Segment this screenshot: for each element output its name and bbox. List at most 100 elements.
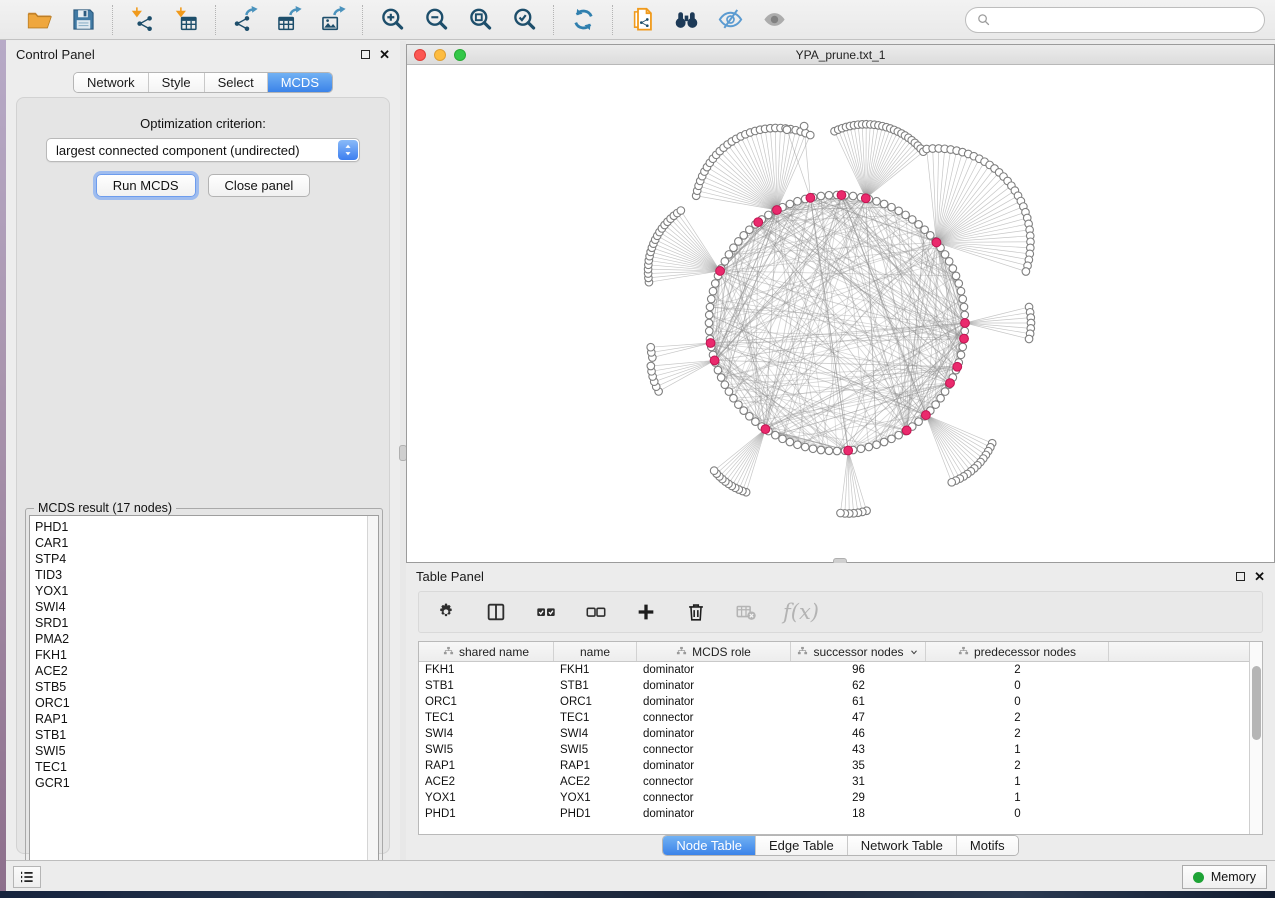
network-edge[interactable]: [838, 130, 866, 199]
gear-button[interactable]: [433, 599, 459, 625]
float-window-icon[interactable]: [361, 50, 370, 59]
zoom-in-button[interactable]: [377, 5, 407, 35]
network-node[interactable]: [902, 211, 910, 219]
network-window-titlebar[interactable]: YPA_prune.txt_1: [407, 45, 1274, 65]
network-leaf-node[interactable]: [710, 467, 718, 475]
network-edge[interactable]: [652, 248, 720, 271]
mcds-hub-node[interactable]: [953, 362, 962, 371]
mcds-result-item[interactable]: RAP1: [35, 711, 367, 727]
save-button[interactable]: [68, 5, 98, 35]
network-edge[interactable]: [850, 126, 866, 198]
export-network-button[interactable]: [230, 5, 260, 35]
table-tab-network-table[interactable]: Network Table: [848, 836, 957, 855]
select-all-checks-button[interactable]: [533, 599, 559, 625]
network-node[interactable]: [809, 445, 817, 453]
network-edge[interactable]: [750, 132, 777, 210]
import-network-button[interactable]: [127, 5, 157, 35]
network-node[interactable]: [949, 265, 957, 273]
network-node[interactable]: [873, 441, 881, 449]
network-edge[interactable]: [700, 181, 777, 210]
optimization-criterion-dropdown[interactable]: largest connected component (undirected): [46, 138, 360, 162]
network-node[interactable]: [779, 435, 787, 443]
mcds-hub-node[interactable]: [861, 194, 870, 203]
mcds-hub-node[interactable]: [716, 267, 725, 276]
table-row[interactable]: ORC1ORC1dominator610: [419, 694, 1249, 710]
column-header-name[interactable]: name: [554, 642, 637, 661]
network-node[interactable]: [825, 191, 833, 199]
open-folder-button[interactable]: [24, 5, 54, 35]
table-tab-motifs[interactable]: Motifs: [957, 836, 1018, 855]
network-node[interactable]: [941, 388, 949, 396]
table-row[interactable]: STB1STB1dominator620: [419, 678, 1249, 694]
export-table-button[interactable]: [274, 5, 304, 35]
network-edge[interactable]: [936, 242, 1030, 243]
mcds-result-item[interactable]: FKH1: [35, 647, 367, 663]
deselect-all-checks-button[interactable]: [583, 599, 609, 625]
network-node[interactable]: [957, 287, 965, 295]
network-node[interactable]: [730, 394, 738, 402]
network-node[interactable]: [801, 443, 809, 451]
network-node[interactable]: [961, 311, 969, 319]
network-leaf-node[interactable]: [1025, 335, 1033, 343]
network-node[interactable]: [721, 381, 729, 389]
hide-details-eye-button[interactable]: [715, 5, 745, 35]
import-table-button[interactable]: [171, 5, 201, 35]
mcds-hub-node[interactable]: [806, 193, 815, 202]
network-node[interactable]: [794, 441, 802, 449]
network-edge[interactable]: [840, 451, 848, 514]
network-node[interactable]: [705, 319, 713, 327]
zoom-selected-button[interactable]: [509, 5, 539, 35]
network-node[interactable]: [957, 351, 965, 359]
network-leaf-node[interactable]: [647, 343, 655, 351]
network-node[interactable]: [960, 303, 968, 311]
network-edge[interactable]: [866, 136, 905, 199]
network-edge[interactable]: [725, 429, 765, 481]
table-row[interactable]: PHD1PHD1dominator180: [419, 806, 1249, 822]
search-box[interactable]: [965, 7, 1265, 33]
network-node[interactable]: [817, 446, 825, 454]
network-edge[interactable]: [760, 130, 777, 210]
network-edge[interactable]: [729, 429, 766, 484]
network-edge[interactable]: [659, 232, 720, 271]
mcds-result-item[interactable]: ACE2: [35, 663, 367, 679]
mcds-hub-node[interactable]: [773, 206, 782, 215]
network-canvas[interactable]: [407, 65, 1274, 562]
network-node[interactable]: [888, 203, 896, 211]
column-header-predecessor-nodes[interactable]: predecessor nodes: [926, 642, 1109, 661]
network-node[interactable]: [865, 443, 873, 451]
network-node[interactable]: [961, 327, 969, 335]
mcds-hub-node[interactable]: [837, 191, 846, 200]
network-edge[interactable]: [732, 429, 766, 486]
network-edge[interactable]: [936, 242, 1029, 253]
network-node[interactable]: [955, 280, 963, 288]
close-window-icon[interactable]: ✕: [379, 48, 390, 61]
network-node[interactable]: [786, 438, 794, 446]
network-edge[interactable]: [866, 149, 921, 199]
network-node[interactable]: [707, 295, 715, 303]
table-tab-node-table[interactable]: Node Table: [663, 836, 756, 855]
network-edge[interactable]: [965, 323, 1030, 334]
refresh-button[interactable]: [568, 5, 598, 35]
network-node[interactable]: [717, 374, 725, 382]
tab-select[interactable]: Select: [205, 73, 268, 92]
network-node[interactable]: [817, 192, 825, 200]
network-node[interactable]: [941, 251, 949, 259]
mcds-result-item[interactable]: STB1: [35, 727, 367, 743]
mcds-list-scrollbar[interactable]: [367, 516, 378, 875]
document-network-button[interactable]: [627, 5, 657, 35]
network-node[interactable]: [794, 197, 802, 205]
network-edge[interactable]: [866, 143, 915, 198]
export-image-button[interactable]: [318, 5, 348, 35]
mcds-result-item[interactable]: PHD1: [35, 519, 367, 535]
mcds-result-item[interactable]: GCR1: [35, 775, 367, 791]
network-leaf-node[interactable]: [783, 126, 791, 134]
zoom-out-button[interactable]: [421, 5, 451, 35]
mcds-result-item[interactable]: STB5: [35, 679, 367, 695]
network-edge[interactable]: [933, 149, 937, 243]
network-edge[interactable]: [936, 218, 1027, 242]
network-node[interactable]: [880, 438, 888, 446]
table-close-window-icon[interactable]: ✕: [1254, 570, 1265, 583]
trash-button[interactable]: [683, 599, 709, 625]
network-leaf-node[interactable]: [800, 122, 808, 130]
table-tab-edge-table[interactable]: Edge Table: [756, 836, 848, 855]
